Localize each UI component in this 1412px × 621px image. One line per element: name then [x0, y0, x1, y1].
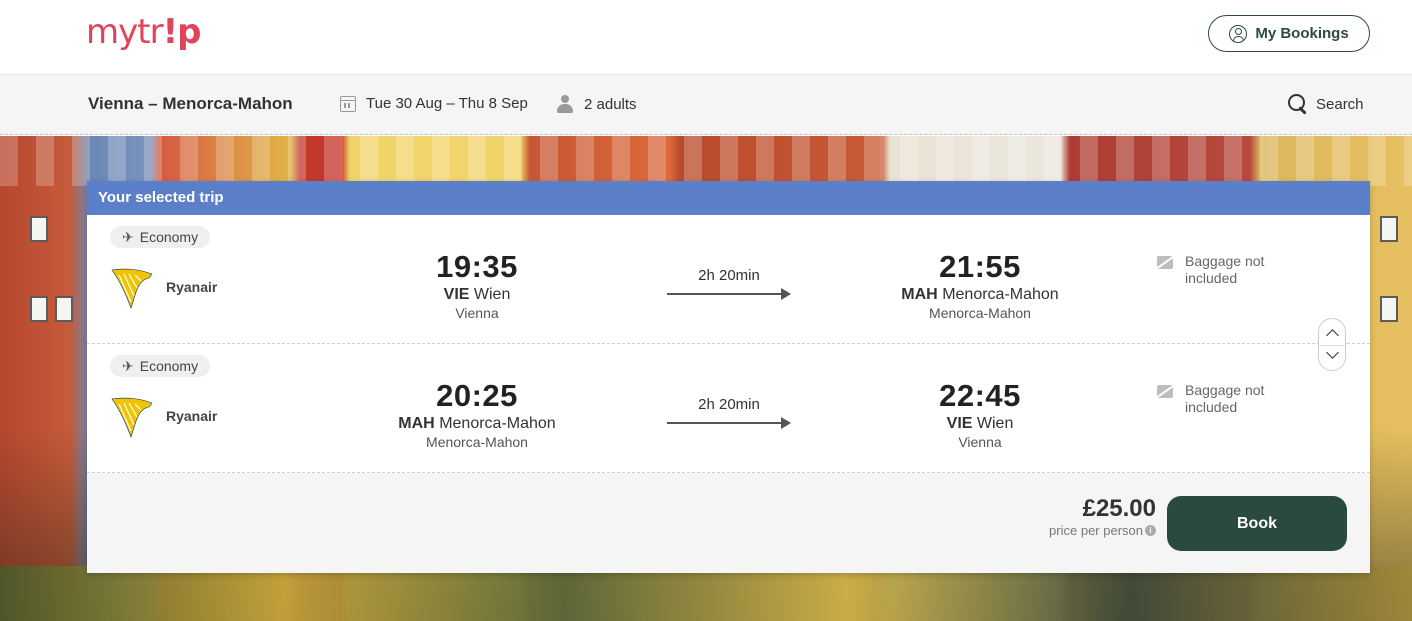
calendar-icon — [340, 95, 356, 112]
arrival-city: Vienna — [958, 434, 1002, 450]
user-circle-icon — [1229, 24, 1248, 43]
hero-window — [30, 296, 48, 322]
search-button[interactable]: Search — [1288, 94, 1364, 114]
departure-airport: VIE Wien — [443, 286, 511, 303]
cabin-badge: ✈ Economy — [110, 226, 211, 248]
ryanair-harp-icon — [111, 268, 153, 309]
airline-name: Ryanair — [166, 408, 218, 424]
departure-block: 20:25 MAH Menorca-Mahon Menorca-Mahon — [347, 378, 607, 450]
departure-city: Menorca-Mahon — [426, 434, 528, 450]
arrival-block: 22:45 VIE Wien Vienna — [850, 378, 1110, 450]
flight-leg-outbound: ✈ Economy Ryanair 19:35 VIE Wien Vienna … — [87, 215, 1370, 344]
selected-trip-card: Your selected trip ✈ Economy Ryanair 19:… — [87, 181, 1370, 573]
arrival-airport: MAH Menorca-Mahon — [901, 286, 1059, 303]
search-icon — [1288, 94, 1308, 114]
trip-card-title: Your selected trip — [87, 181, 1370, 215]
hero-window — [30, 216, 48, 242]
hero-roofs — [0, 136, 1412, 186]
arrival-time: 22:45 — [939, 378, 1021, 413]
search-summary-bar: Vienna – Menorca-Mahon Tue 30 Aug – Thu … — [0, 75, 1412, 135]
mytrip-logo[interactable]: mytr!p — [86, 12, 201, 52]
person-icon — [556, 95, 574, 113]
leg-scroll-control — [1318, 318, 1346, 371]
hero-window — [55, 296, 73, 322]
baggage-info: Baggage not included — [1157, 382, 1264, 416]
plane-icon: ✈ — [122, 229, 134, 245]
search-label: Search — [1316, 95, 1364, 113]
price-block: £25.00 price per person i — [1049, 495, 1156, 538]
my-bookings-label: My Bookings — [1255, 25, 1349, 42]
route-label[interactable]: Vienna – Menorca-Mahon — [88, 94, 293, 114]
baggage-info: Baggage not included — [1157, 253, 1264, 287]
my-bookings-button[interactable]: My Bookings — [1208, 15, 1370, 52]
hero-window — [1380, 216, 1398, 242]
arrival-time: 21:55 — [939, 249, 1021, 284]
arrival-airport: VIE Wien — [946, 415, 1014, 432]
dates-label: Tue 30 Aug – Thu 8 Sep — [366, 95, 528, 112]
dates-field[interactable]: Tue 30 Aug – Thu 8 Sep — [340, 95, 528, 112]
airline-name: Ryanair — [166, 279, 218, 295]
departure-airport: MAH Menorca-Mahon — [398, 415, 556, 432]
plane-icon: ✈ — [122, 358, 134, 374]
book-button[interactable]: Book — [1167, 496, 1347, 551]
passengers-field[interactable]: 2 adults — [556, 95, 637, 113]
top-header: mytr!p My Bookings — [0, 0, 1412, 75]
flight-duration: 2h 20min — [698, 267, 760, 284]
info-icon[interactable]: i — [1145, 525, 1156, 536]
departure-time: 19:35 — [436, 249, 518, 284]
chevron-down-icon[interactable] — [1326, 346, 1339, 359]
arrival-block: 21:55 MAH Menorca-Mahon Menorca-Mahon — [850, 249, 1110, 321]
arrow-right-icon — [667, 417, 791, 429]
arrow-right-icon — [667, 288, 791, 300]
baggage-line1: Baggage not — [1185, 253, 1265, 269]
baggage-line2: included — [1185, 399, 1238, 415]
departure-city: Vienna — [455, 305, 499, 321]
baggage-line1: Baggage not — [1185, 382, 1265, 398]
hero-window — [1380, 296, 1398, 322]
price-amount: £25.00 — [1082, 495, 1156, 522]
hero-water — [0, 566, 1412, 621]
departure-time: 20:25 — [436, 378, 518, 413]
arrival-city: Menorca-Mahon — [929, 305, 1031, 321]
flight-leg-return: ✈ Economy Ryanair 20:25 MAH Menorca-Maho… — [87, 344, 1370, 473]
cabin-label: Economy — [139, 229, 199, 245]
chevron-up-icon[interactable] — [1326, 329, 1339, 342]
baggage-line2: included — [1185, 270, 1238, 286]
baggage-icon — [1157, 256, 1173, 269]
price-footer: £25.00 price per person i Book — [87, 473, 1370, 573]
ryanair-harp-icon — [111, 397, 153, 438]
baggage-icon — [1157, 385, 1173, 398]
departure-block: 19:35 VIE Wien Vienna — [347, 249, 607, 321]
cabin-badge: ✈ Economy — [110, 355, 211, 377]
passengers-label: 2 adults — [584, 95, 637, 113]
flight-duration: 2h 20min — [698, 396, 760, 413]
cabin-label: Economy — [139, 358, 199, 374]
price-note: price per person i — [1049, 523, 1156, 538]
